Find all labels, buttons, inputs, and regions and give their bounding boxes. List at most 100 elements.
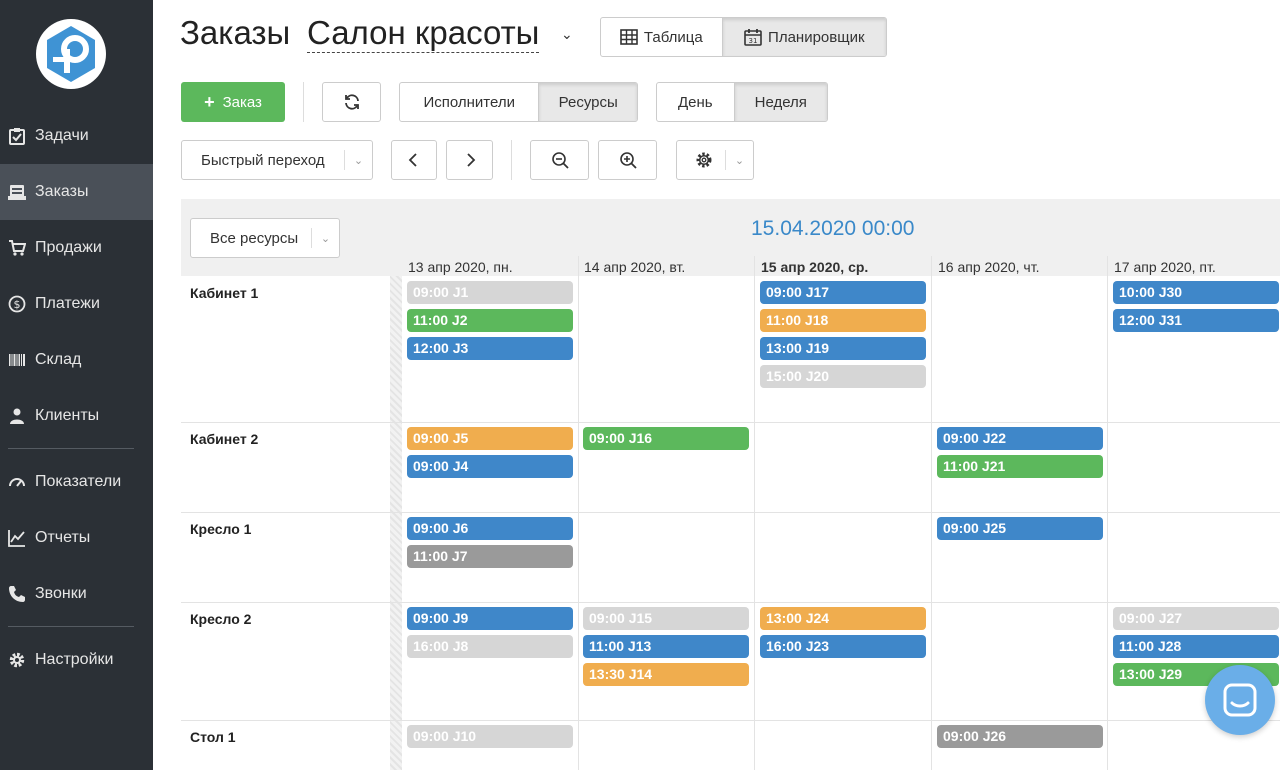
chevron-down-icon: ⌄: [344, 150, 372, 170]
event-block[interactable]: 11:00 J21: [937, 455, 1103, 478]
barcode-icon: [8, 351, 26, 369]
event-block[interactable]: 15:00 J20: [760, 365, 926, 388]
event-block[interactable]: 09:00 J27: [1113, 607, 1279, 630]
event-block[interactable]: 11:00 J7: [407, 545, 573, 568]
chat-widget-button[interactable]: [1205, 665, 1275, 735]
event-block[interactable]: 11:00 J28: [1113, 635, 1279, 658]
event-block[interactable]: 16:00 J23: [760, 635, 926, 658]
sidebar-item-label: Настройки: [35, 651, 114, 668]
event-block[interactable]: 13:00 J19: [760, 337, 926, 360]
cart-icon: [8, 239, 26, 257]
event-block[interactable]: 10:00 J30: [1113, 281, 1279, 304]
zoom-in-button[interactable]: [598, 140, 657, 180]
gear-icon: [8, 651, 26, 669]
event-block[interactable]: 09:00 J25: [937, 517, 1103, 540]
view-switch: Таблица 31 Планировщик: [600, 17, 887, 57]
sidebar-item-metrics[interactable]: Показатели: [0, 454, 153, 510]
sidebar-item-settings[interactable]: Настройки: [0, 632, 153, 688]
logo[interactable]: [35, 18, 107, 90]
tab-planner-label: Планировщик: [768, 28, 865, 46]
sidebar-item-clients[interactable]: Клиенты: [0, 388, 153, 444]
orders-icon: [8, 183, 26, 201]
resource-filter-select[interactable]: Все ресурсы ⌄: [190, 218, 340, 258]
gauge-icon: [8, 473, 26, 491]
svg-text:$: $: [14, 298, 21, 311]
resource-name: Стол 1: [190, 729, 236, 745]
add-order-label: Заказ: [222, 93, 262, 111]
sidebar-item-warehouse[interactable]: Склад: [0, 332, 153, 388]
chat-icon: [1223, 683, 1257, 717]
day-divider: [1107, 256, 1108, 770]
resource-filter-label: Все ресурсы: [210, 229, 299, 247]
sidebar-item-label: Отчеты: [35, 529, 91, 546]
event-block[interactable]: 11:00 J18: [760, 309, 926, 332]
row-divider: [181, 422, 1280, 423]
event-block[interactable]: 09:00 J6: [407, 517, 573, 540]
event-block[interactable]: 09:00 J4: [407, 455, 573, 478]
event-block[interactable]: 13:30 J14: [583, 663, 749, 686]
event-block[interactable]: 09:00 J1: [407, 281, 573, 304]
quick-jump-select[interactable]: Быстрый переход ⌄: [181, 140, 373, 180]
plus-icon: +: [204, 91, 215, 112]
event-block[interactable]: 09:00 J16: [583, 427, 749, 450]
resource-name: Кресло 1: [190, 521, 252, 537]
tab-resources[interactable]: Ресурсы: [538, 83, 637, 121]
quick-jump-label: Быстрый переход: [201, 151, 325, 169]
sidebar-item-label: Клиенты: [35, 407, 100, 424]
chevron-down-icon[interactable]: ⌄: [561, 26, 573, 43]
tab-performers[interactable]: Исполнители: [400, 83, 538, 121]
sidebar-item-sales[interactable]: Продажи: [0, 220, 153, 276]
phone-icon: [8, 585, 26, 603]
event-block[interactable]: 16:00 J8: [407, 635, 573, 658]
next-button[interactable]: [446, 140, 493, 180]
chart-icon: [8, 529, 26, 547]
chevron-down-icon: ⌄: [311, 228, 339, 248]
sidebar-item-reports[interactable]: Отчеты: [0, 510, 153, 566]
event-block[interactable]: 11:00 J13: [583, 635, 749, 658]
event-block[interactable]: 09:00 J5: [407, 427, 573, 450]
calendar-icon: 31: [744, 29, 762, 46]
sidebar-item-tasks[interactable]: Задачи: [0, 108, 153, 164]
resource-name: Кресло 2: [190, 611, 252, 627]
table-icon: [620, 29, 638, 45]
sidebar-item-label: Звонки: [35, 585, 87, 602]
resource-name: Кабинет 2: [190, 431, 259, 447]
dollar-icon: $: [8, 295, 26, 313]
event-block[interactable]: 09:00 J17: [760, 281, 926, 304]
prev-button[interactable]: [391, 140, 437, 180]
event-block[interactable]: 09:00 J15: [583, 607, 749, 630]
sidebar-item-orders[interactable]: Заказы: [0, 164, 153, 220]
day-divider: [754, 256, 755, 770]
event-block[interactable]: 09:00 J10: [407, 725, 573, 748]
sidebar-divider: [8, 626, 134, 627]
day-header-today: 15 апр 2020, ср.: [761, 259, 869, 275]
group-by-switch: Исполнители Ресурсы: [399, 82, 638, 122]
event-block[interactable]: 13:00 J24: [760, 607, 926, 630]
zoom-out-button[interactable]: [530, 140, 589, 180]
refresh-button[interactable]: [322, 82, 381, 122]
event-block[interactable]: 09:00 J26: [937, 725, 1103, 748]
refresh-icon: [344, 94, 359, 110]
tab-planner[interactable]: 31 Планировщик: [721, 18, 886, 56]
settings-dropdown[interactable]: ⌄: [676, 140, 754, 180]
sidebar-item-calls[interactable]: Звонки: [0, 566, 153, 622]
event-block[interactable]: 12:00 J3: [407, 337, 573, 360]
event-block[interactable]: 12:00 J31: [1113, 309, 1279, 332]
tab-table[interactable]: Таблица: [601, 18, 722, 56]
event-block[interactable]: 11:00 J2: [407, 309, 573, 332]
user-icon: [8, 407, 26, 425]
tab-week[interactable]: Неделя: [733, 83, 827, 121]
company-select[interactable]: Салон красоты: [307, 14, 540, 53]
add-order-button[interactable]: + Заказ: [181, 82, 285, 122]
tab-table-label: Таблица: [643, 28, 703, 46]
current-datetime: 15.04.2020 00:00: [751, 217, 915, 240]
event-block[interactable]: 09:00 J9: [407, 607, 573, 630]
event-block[interactable]: 09:00 J22: [937, 427, 1103, 450]
tab-day[interactable]: День: [657, 83, 734, 121]
row-divider: [181, 512, 1280, 513]
toolbar-divider: [511, 140, 512, 180]
gear-icon: [695, 151, 713, 169]
day-header: 17 апр 2020, пт.: [1114, 259, 1216, 275]
period-switch: День Неделя: [656, 82, 828, 122]
sidebar-item-payments[interactable]: $ Платежи: [0, 276, 153, 332]
